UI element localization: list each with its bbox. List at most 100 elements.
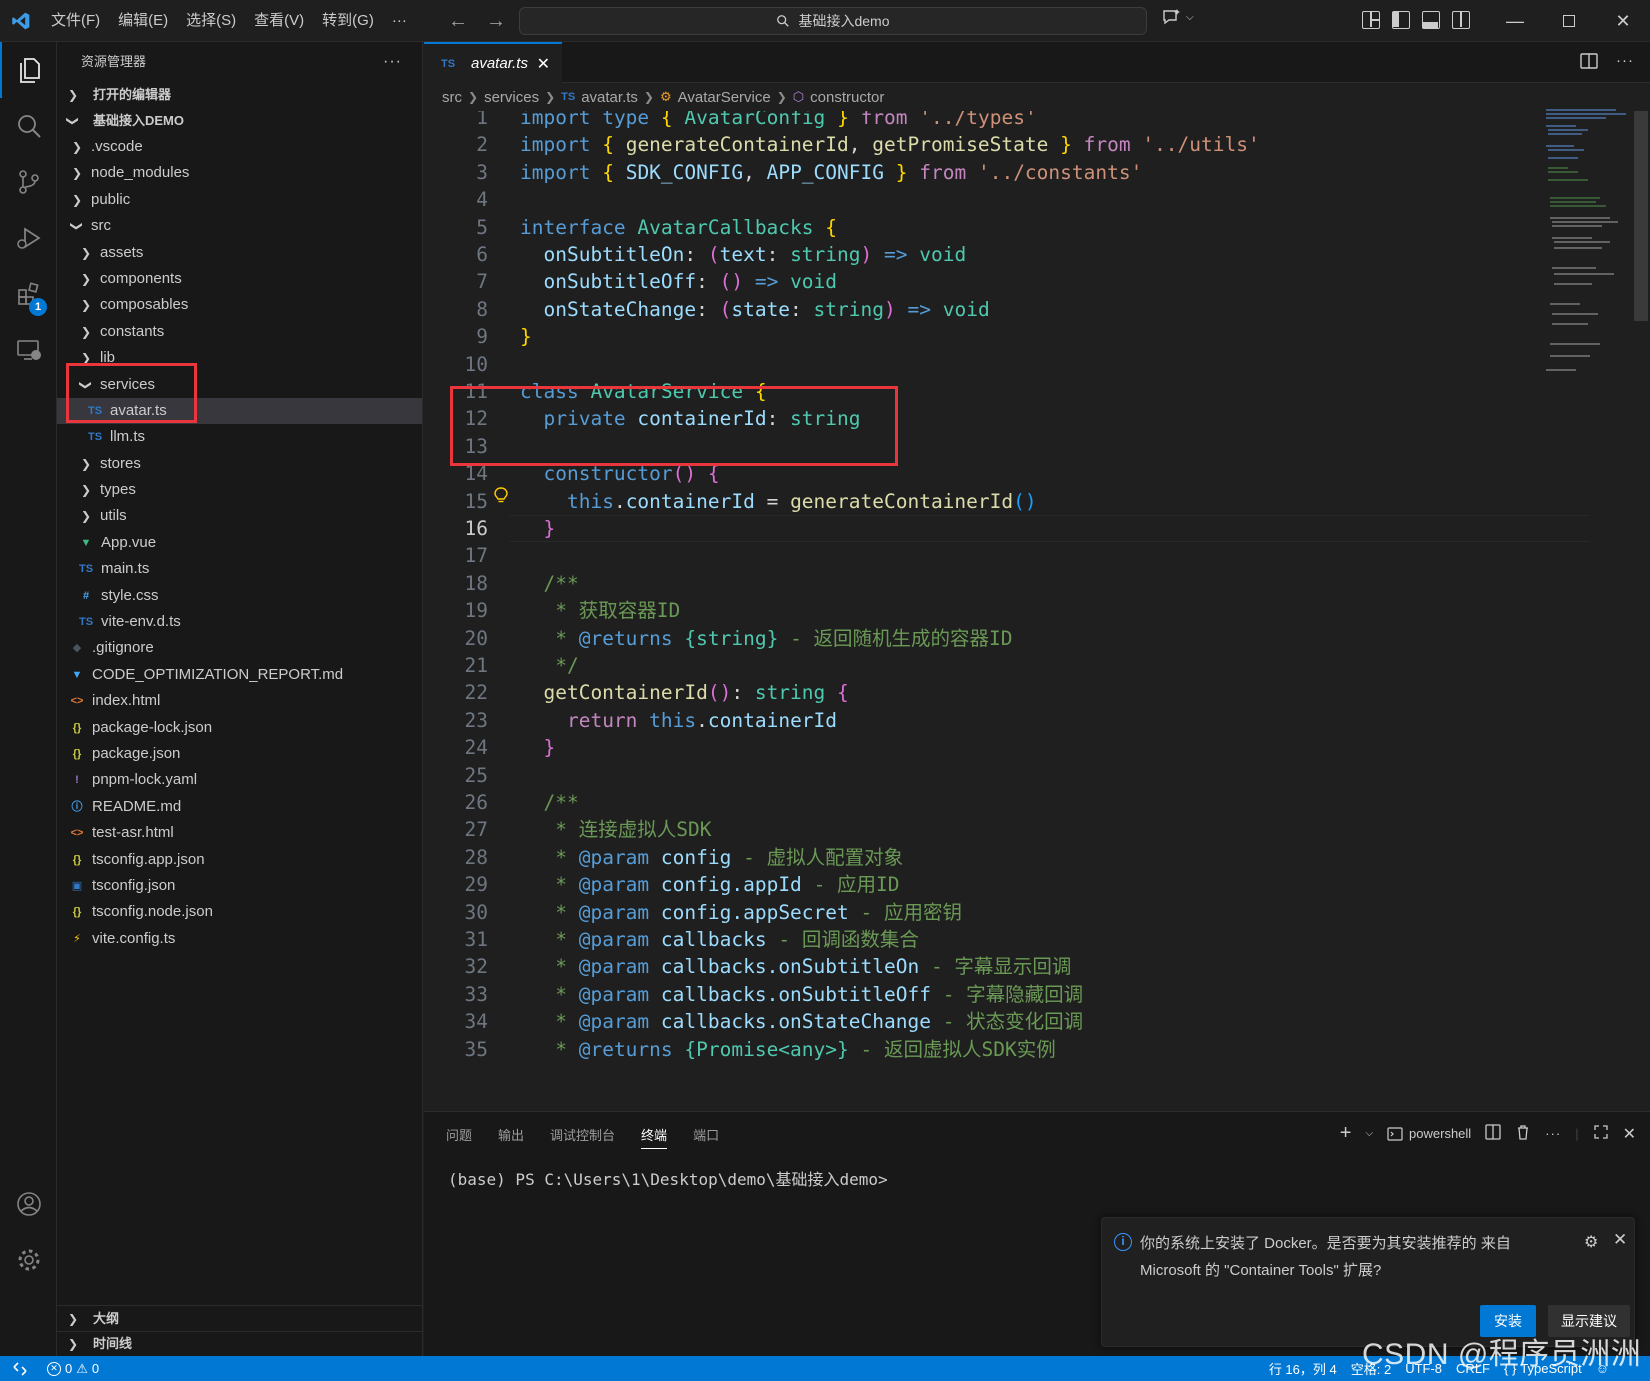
problems-indicator[interactable]: ✕ 0 ⚠ 0 — [40, 1361, 106, 1377]
editor-scrollbar[interactable] — [1634, 111, 1648, 321]
file-item[interactable]: {} package.json — [57, 741, 422, 767]
breadcrumb-item[interactable]: services — [484, 89, 539, 106]
toggle-primary-sidebar-icon[interactable] — [1392, 11, 1410, 29]
remote-explorer-icon[interactable] — [0, 322, 57, 378]
remote-indicator-icon[interactable] — [0, 1356, 40, 1381]
back-arrow-icon[interactable]: ← — [448, 10, 468, 33]
split-editor-icon[interactable] — [1580, 52, 1598, 74]
html-file-icon: <> — [70, 695, 84, 708]
menu-item[interactable]: 转到(G) — [313, 0, 383, 42]
more-actions-icon[interactable]: ··· — [1545, 1126, 1561, 1141]
panel-tab[interactable]: 终端 — [641, 1125, 668, 1149]
editor-tabs: TS avatar.ts ✕ ··· — [424, 42, 1650, 83]
code-line: 30 * @param config.appSecret - 应用密钥 — [424, 899, 1524, 928]
file-item[interactable]: <> test-asr.html — [57, 820, 422, 846]
file-item[interactable]: {} tsconfig.node.json — [57, 899, 422, 925]
folder-item[interactable]: ❯ composables — [57, 292, 422, 318]
search-view-icon[interactable] — [0, 98, 57, 154]
chevron-down-icon[interactable]: ⌵ — [1365, 1128, 1373, 1139]
open-editors-section[interactable]: ❯ 打开的编辑器 — [57, 82, 422, 108]
close-notification-icon[interactable]: ✕ — [1613, 1230, 1627, 1250]
timeline-label: 时间线 — [93, 1336, 133, 1351]
file-item[interactable]: ▼ CODE_OPTIMIZATION_REPORT.md — [57, 662, 422, 688]
folder-item[interactable]: ❯ assets — [57, 240, 422, 266]
toggle-secondary-sidebar-icon[interactable] — [1452, 11, 1470, 29]
notification-gear-icon[interactable]: ⚙ — [1584, 1232, 1598, 1252]
copilot-button[interactable]: ⌵ — [1162, 8, 1194, 26]
trash-icon[interactable] — [1515, 1124, 1531, 1143]
file-item[interactable]: ◆ .gitignore — [57, 635, 422, 661]
folder-item[interactable]: ❯ node_modules — [57, 160, 422, 186]
forward-arrow-icon[interactable]: → — [486, 10, 506, 33]
toggle-panel-icon[interactable] — [1422, 11, 1440, 29]
line-content: import { generateContainerId, getPromise… — [520, 133, 1260, 157]
panel-tab[interactable]: 调试控制台 — [550, 1125, 615, 1144]
more-actions-icon[interactable]: ··· — [383, 42, 402, 82]
panel-tab[interactable]: 问题 — [446, 1125, 472, 1144]
menu-more[interactable]: ··· — [383, 0, 416, 42]
terminal-shell-selector[interactable]: powershell — [1387, 1126, 1471, 1142]
menu-item[interactable]: 文件(F) — [42, 0, 109, 42]
file-item[interactable]: TS main.ts — [57, 556, 422, 582]
folder-item[interactable]: ❯ constants — [57, 319, 422, 345]
timeline-section[interactable]: ❯ 时间线 — [57, 1331, 423, 1356]
file-item[interactable]: ⚡ vite.config.ts — [57, 926, 422, 952]
breadcrumb-item[interactable]: constructor — [810, 89, 884, 106]
command-center-search[interactable]: 基础接入demo — [519, 7, 1147, 35]
breadcrumb-item[interactable]: avatar.ts — [581, 89, 638, 106]
panel-tab[interactable]: 输出 — [498, 1125, 524, 1144]
menu-item[interactable]: 查看(V) — [245, 0, 313, 42]
file-item[interactable]: # style.css — [57, 583, 422, 609]
tab-avatar-ts[interactable]: TS avatar.ts ✕ — [424, 42, 562, 83]
cursor-position[interactable]: 行 16，列 4 — [1262, 1359, 1344, 1378]
file-item[interactable]: {} tsconfig.app.json — [57, 847, 422, 873]
file-item[interactable]: ▼ App.vue — [57, 530, 422, 556]
close-tab-icon[interactable]: ✕ — [537, 54, 550, 74]
maximize-icon[interactable] — [1542, 0, 1596, 42]
split-terminal-icon[interactable] — [1485, 1124, 1501, 1143]
file-item[interactable]: ! pnpm-lock.yaml — [57, 767, 422, 793]
new-terminal-icon[interactable]: + — [1340, 1122, 1352, 1145]
file-item[interactable]: TS llm.ts — [57, 424, 422, 450]
folder-item[interactable]: ❯ public — [57, 187, 422, 213]
minimize-icon[interactable]: — — [1488, 0, 1542, 42]
account-icon[interactable] — [0, 1176, 57, 1232]
folder-item[interactable]: ❯ stores — [57, 451, 422, 477]
customize-layout-icon[interactable] — [1362, 11, 1380, 29]
minimap[interactable] — [1542, 107, 1632, 377]
explorer-icon[interactable] — [0, 42, 57, 98]
close-panel-icon[interactable]: ✕ — [1623, 1124, 1636, 1144]
breadcrumb-item[interactable]: src — [442, 89, 462, 106]
folder-item[interactable]: ❯ .vscode — [57, 134, 422, 160]
breadcrumb: src ❯ services ❯ TS avatar.ts ❯ ⚙ AvatarService ❯… — [424, 83, 1650, 111]
extensions-icon[interactable]: 1 — [0, 266, 57, 322]
source-control-icon[interactable] — [0, 154, 57, 210]
more-actions-icon[interactable]: ··· — [1616, 52, 1634, 74]
menu-item[interactable]: 编辑(E) — [109, 0, 177, 42]
outline-section[interactable]: ❯ 大纲 — [57, 1306, 423, 1331]
folder-item[interactable]: ❯ types — [57, 477, 422, 503]
file-item[interactable]: ▣ tsconfig.json — [57, 873, 422, 899]
tab-label: avatar.ts — [471, 55, 528, 72]
panel-tab[interactable]: 端口 — [693, 1125, 719, 1144]
workspace-section[interactable]: ❯ 基础接入DEMO — [57, 108, 422, 134]
manage-gear-icon[interactable] — [0, 1232, 57, 1288]
code-line: 10 — [424, 351, 1524, 380]
folder-item[interactable]: ❯ src — [57, 213, 422, 239]
html-file-icon: <> — [70, 827, 84, 840]
code-line: 21 */ — [424, 652, 1524, 681]
code-editor[interactable]: 1 import type { AvatarConfig } from '../t… — [424, 111, 1650, 1111]
close-window-icon[interactable]: ✕ — [1596, 0, 1650, 42]
file-item[interactable]: ⓘ README.md — [57, 794, 422, 820]
breadcrumb-item[interactable]: AvatarService — [678, 89, 771, 106]
file-item[interactable]: <> index.html — [57, 688, 422, 714]
run-debug-icon[interactable] — [0, 210, 57, 266]
file-item[interactable]: TS vite-env.d.ts — [57, 609, 422, 635]
file-item[interactable]: {} package-lock.json — [57, 715, 422, 741]
folder-item[interactable]: ❯ components — [57, 266, 422, 292]
search-text: 基础接入demo — [798, 13, 890, 29]
folder-item[interactable]: ❯ utils — [57, 503, 422, 529]
menu-item[interactable]: 选择(S) — [177, 0, 245, 42]
terminal-prompt[interactable]: (base) PS C:\Users\1\Desktop\demo\基础接入de… — [448, 1166, 888, 1190]
maximize-panel-icon[interactable] — [1593, 1124, 1609, 1143]
